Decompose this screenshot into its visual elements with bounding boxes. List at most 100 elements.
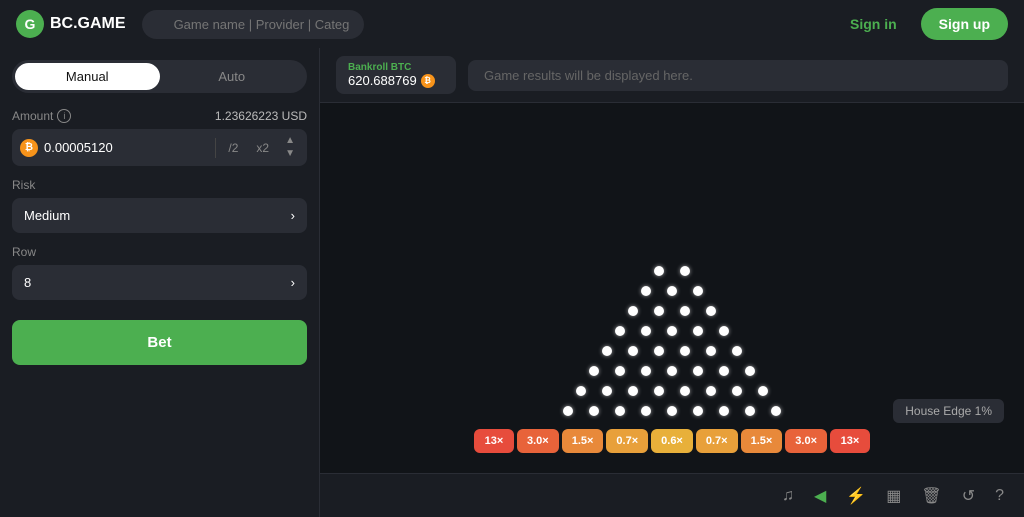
risk-label: Risk <box>12 178 35 192</box>
peg <box>641 366 651 376</box>
peg <box>589 366 599 376</box>
lightning-icon[interactable]: ⚡ <box>846 486 866 506</box>
game-area: 13×3.0×1.5×0.7×0.6×0.7×1.5×3.0×13× House… <box>320 103 1024 473</box>
grid-icon[interactable]: ▦ <box>886 486 901 506</box>
peg <box>771 406 781 416</box>
row-label-row: Row <box>12 245 307 259</box>
stepper: ▲ ▼ <box>281 135 299 160</box>
bankroll-label: Bankroll BTC <box>348 62 444 73</box>
peg <box>706 306 716 316</box>
peg <box>563 406 573 416</box>
divider <box>215 138 216 158</box>
risk-chevron-icon: › <box>291 208 295 223</box>
tab-auto[interactable]: Auto <box>160 63 305 90</box>
peg <box>641 406 651 416</box>
risk-label-row: Risk <box>12 178 307 192</box>
peg <box>680 386 690 396</box>
refresh-icon[interactable]: ↺ <box>962 486 975 506</box>
multipliers-row: 13×3.0×1.5×0.7×0.6×0.7×1.5×3.0×13× <box>474 429 870 453</box>
stepper-down[interactable]: ▼ <box>281 148 299 160</box>
peg <box>615 366 625 376</box>
bankroll-value: 620.688769 ₿ <box>348 73 444 88</box>
amount-btc-value: 0.00005120 <box>44 140 209 155</box>
peg <box>745 406 755 416</box>
peg-row <box>581 361 763 381</box>
tab-manual[interactable]: Manual <box>15 63 160 90</box>
bankroll-amount: 620.688769 <box>348 73 417 88</box>
bottom-toolbar: ♫ ◀ ⚡ ▦ 🗑 ↺ ? <box>320 473 1024 517</box>
peg <box>732 346 742 356</box>
peg <box>602 386 612 396</box>
peg <box>641 286 651 296</box>
multiplier-box: 0.7× <box>696 429 738 453</box>
mode-tabs: Manual Auto <box>12 60 307 93</box>
amount-info-icon[interactable]: i <box>57 109 71 123</box>
risk-value: Medium <box>24 208 70 223</box>
bet-button[interactable]: Bet <box>12 320 307 365</box>
peg <box>758 386 768 396</box>
peg <box>602 346 612 356</box>
trash-icon[interactable]: 🗑 <box>921 486 941 506</box>
amount-row: ₿ 0.00005120 /2 x2 ▲ ▼ <box>12 129 307 166</box>
peg <box>667 286 677 296</box>
house-edge-badge: House Edge 1% <box>893 399 1004 423</box>
peg <box>732 386 742 396</box>
logo: G BC.GAME <box>16 10 126 38</box>
peg-row <box>620 301 724 321</box>
search-wrapper: 🔍 <box>142 10 462 39</box>
peg <box>706 386 716 396</box>
peg <box>615 406 625 416</box>
peg-row <box>607 321 737 341</box>
multiplier-box: 1.5× <box>741 429 783 453</box>
play-icon[interactable]: ◀ <box>814 486 826 506</box>
left-panel: Manual Auto Amount i 1.23626223 USD ₿ 0.… <box>0 48 320 517</box>
search-input[interactable] <box>142 10 364 39</box>
amount-label-row: Amount i 1.23626223 USD <box>12 109 307 123</box>
music-icon[interactable]: ♫ <box>782 487 794 505</box>
peg-row <box>633 281 711 301</box>
help-icon[interactable]: ? <box>995 487 1004 505</box>
logo-text: BC.GAME <box>50 15 126 33</box>
peg <box>680 346 690 356</box>
row-label: Row <box>12 245 36 259</box>
peg <box>680 306 690 316</box>
row-select[interactable]: 8 › <box>12 265 307 300</box>
amount-usd-value: 1.23626223 USD <box>215 109 307 123</box>
double-button[interactable]: x2 <box>250 139 275 157</box>
peg-row <box>594 341 750 361</box>
peg <box>641 326 651 336</box>
row-chevron-icon: › <box>291 275 295 290</box>
game-header: Bankroll BTC 620.688769 ₿ Game results w… <box>320 48 1024 103</box>
peg <box>706 346 716 356</box>
multiplier-box: 0.7× <box>606 429 648 453</box>
stepper-up[interactable]: ▲ <box>281 135 299 147</box>
peg <box>628 346 638 356</box>
half-button[interactable]: /2 <box>222 139 244 157</box>
peg <box>615 326 625 336</box>
multiplier-box: 13× <box>474 429 514 453</box>
row-value: 8 <box>24 275 31 290</box>
logo-icon: G <box>16 10 44 38</box>
bankroll-coin-icon: ₿ <box>421 74 435 88</box>
peg <box>654 346 664 356</box>
peg <box>576 386 586 396</box>
peg-row <box>646 261 698 281</box>
peg <box>693 406 703 416</box>
signup-button[interactable]: Sign up <box>921 8 1008 40</box>
peg <box>589 406 599 416</box>
peg <box>654 306 664 316</box>
peg <box>628 386 638 396</box>
main-content: Manual Auto Amount i 1.23626223 USD ₿ 0.… <box>0 48 1024 517</box>
peg <box>667 406 677 416</box>
multiplier-box: 3.0× <box>517 429 559 453</box>
peg-row <box>568 381 776 401</box>
bankroll-box: Bankroll BTC 620.688769 ₿ <box>336 56 456 94</box>
risk-select[interactable]: Medium › <box>12 198 307 233</box>
amount-label: Amount <box>12 109 53 123</box>
peg <box>693 366 703 376</box>
btc-icon: ₿ <box>20 139 38 157</box>
peg <box>654 266 664 276</box>
signin-button[interactable]: Sign in <box>838 10 909 38</box>
peg <box>719 326 729 336</box>
multiplier-box: 1.5× <box>562 429 604 453</box>
